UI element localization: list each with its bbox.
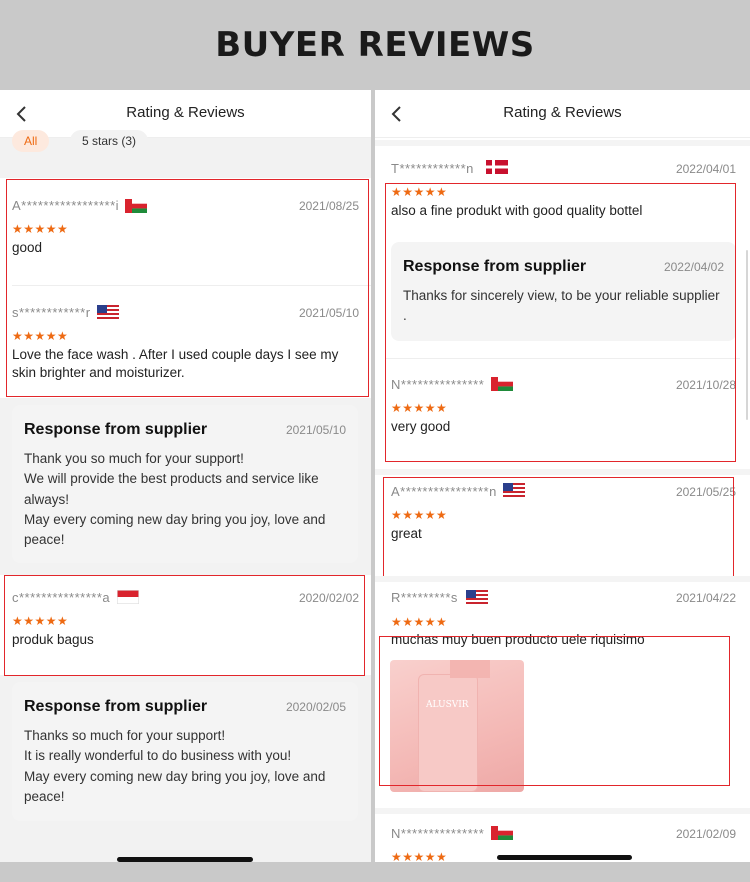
reviewer-name: R*********s: [391, 590, 458, 605]
home-indicator: [497, 855, 632, 860]
star-rating: ★★★★★: [12, 329, 69, 343]
reviewer-name: A*****************i: [12, 198, 120, 213]
review-photo[interactable]: ALUSVIR: [390, 660, 524, 792]
supplier-response: Response from supplier 2020/02/05 Thanks…: [12, 682, 358, 821]
review-text: muchas muy buen producto uele riquisimo: [391, 632, 645, 647]
divider: [375, 469, 750, 475]
review-date: 2022/04/01: [675, 162, 736, 176]
divider: [375, 576, 750, 582]
product-brand: ALUSVIR: [426, 700, 469, 710]
divider: [12, 285, 371, 286]
response-title: Response from supplier: [24, 421, 208, 438]
oman-flag-icon: [491, 826, 513, 840]
banner: BUYER REVIEWS: [0, 0, 750, 90]
response-text: Thank you so much for your support! We w…: [24, 451, 326, 548]
usa-flag-icon: [503, 483, 525, 497]
review-date: 2021/02/09: [675, 827, 736, 841]
response-title: Response from supplier: [24, 698, 208, 715]
star-rating: ★★★★★: [12, 222, 69, 236]
divider: [385, 358, 740, 359]
star-rating: ★★★★★: [391, 615, 448, 629]
reviewer-name: N***************: [391, 377, 485, 392]
header-bar: Rating & Reviews: [0, 90, 371, 138]
usa-flag-icon: [466, 590, 488, 604]
home-indicator: [117, 857, 253, 862]
scrollbar[interactable]: [746, 250, 748, 420]
right-screen: Rating & Reviews T************n 2022/04/…: [375, 90, 750, 862]
star-rating: ★★★★★: [391, 850, 448, 862]
star-rating: ★★★★★: [391, 185, 448, 199]
header-bar: Rating & Reviews: [375, 90, 750, 138]
divider: [375, 140, 750, 146]
star-rating: ★★★★★: [391, 508, 448, 522]
review-text: very good: [391, 419, 451, 434]
supplier-response: Response from supplier 2021/05/10 Thank …: [12, 405, 358, 563]
review-text: also a fine produkt with good quality bo…: [391, 203, 643, 218]
star-rating: ★★★★★: [12, 614, 69, 628]
review-text: good: [12, 240, 43, 255]
response-date: 2020/02/05: [285, 700, 346, 714]
divider: [375, 808, 750, 814]
review-text: great: [391, 526, 422, 541]
reviewer-name: s************r: [12, 305, 91, 320]
banner-title: BUYER REVIEWS: [215, 25, 535, 65]
response-text: Thanks for sincerely view, to be your re…: [403, 288, 720, 324]
page-title: Rating & Reviews: [503, 104, 622, 121]
filter-all[interactable]: All: [12, 130, 50, 152]
review-text: produk bagus: [12, 632, 94, 647]
response-title: Response from supplier: [403, 258, 587, 275]
review-card: A*****************i 2021/08/25 ★★★★★ goo…: [0, 178, 371, 398]
supplier-response: Response from supplier 2022/04/02 Thanks…: [391, 242, 736, 341]
page-title: Rating & Reviews: [126, 104, 245, 121]
review-date: 2021/05/25: [675, 485, 736, 499]
review-date: 2020/02/02: [298, 591, 359, 605]
oman-flag-icon: [491, 377, 513, 391]
review-date: 2021/08/25: [298, 199, 359, 213]
star-rating: ★★★★★: [391, 401, 448, 415]
filter-5-stars[interactable]: 5 stars (3): [70, 130, 149, 152]
reviewer-name: A****************n: [391, 484, 497, 499]
left-screen: Rating & Reviews All 5 stars (3) A******…: [0, 90, 371, 862]
review-date: 2021/10/28: [675, 378, 736, 392]
reviewer-name: T************n: [391, 161, 474, 176]
review-text: Love the face wash . After I used couple…: [12, 347, 339, 380]
response-date: 2021/05/10: [285, 423, 346, 437]
response-text: Thanks so much for your support! It is r…: [24, 728, 326, 804]
denmark-flag-icon: [486, 160, 508, 174]
review-date: 2021/04/22: [675, 591, 736, 605]
response-date: 2022/04/02: [663, 260, 724, 274]
review-card: c***************a 2020/02/02 ★★★★★ produ…: [0, 575, 371, 675]
reviewer-name: N***************: [391, 826, 485, 841]
indonesia-flag-icon: [117, 590, 139, 604]
oman-flag-icon: [125, 199, 147, 213]
reviewer-name: c***************a: [12, 590, 111, 605]
review-date: 2021/05/10: [298, 306, 359, 320]
usa-flag-icon: [97, 305, 119, 319]
